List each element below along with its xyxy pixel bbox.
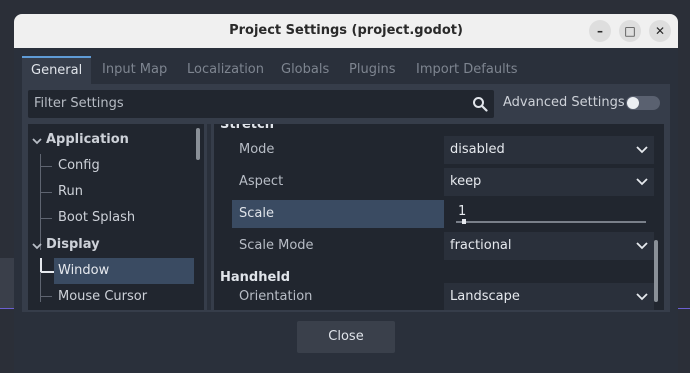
project-settings-dialog: Project Settings (project.godot) – □ ✕ G… <box>14 14 678 373</box>
tab-bar: General Input Map Localization Globals P… <box>22 56 670 84</box>
property-label-mode: Mode <box>239 142 275 157</box>
search-icon[interactable] <box>472 96 488 112</box>
chevron-down-icon[interactable] <box>32 241 42 251</box>
minimize-button[interactable]: – <box>589 20 611 42</box>
property-label-aspect: Aspect <box>239 174 284 189</box>
section-stretch: Stretch <box>220 124 274 132</box>
property-inspector: Stretch Mode disabled Aspect keep Scale <box>214 124 664 310</box>
scale-value: 1 <box>458 204 467 219</box>
property-row-scale-mode: Scale Mode fractional <box>214 231 654 261</box>
tab-localization[interactable]: Localization <box>178 56 273 84</box>
scale-slider-grabber[interactable] <box>462 219 466 224</box>
tree-item-window[interactable]: Window <box>58 263 109 278</box>
aspect-value: keep <box>450 174 482 189</box>
close-button[interactable]: Close <box>297 321 395 353</box>
title-bar[interactable]: Project Settings (project.godot) – □ ✕ <box>14 14 678 48</box>
background-window-edge <box>0 258 14 308</box>
tree-category-application[interactable]: Application <box>46 132 129 147</box>
tab-input-map[interactable]: Input Map <box>93 56 176 84</box>
inspector-scrollbar[interactable] <box>654 240 658 302</box>
tab-import-defaults[interactable]: Import Defaults <box>407 56 527 84</box>
property-row-aspect: Aspect keep <box>214 167 654 197</box>
tab-plugins[interactable]: Plugins <box>340 56 405 84</box>
tree-guide-line <box>40 272 41 302</box>
tree-guide-branch-active <box>40 271 54 273</box>
property-label-scale-mode: Scale Mode <box>239 238 314 253</box>
property-label-orientation: Orientation <box>239 289 313 304</box>
advanced-settings-label: Advanced Settings <box>503 95 625 110</box>
property-row-orientation: Orientation Landscape <box>214 282 654 310</box>
tree-guide-branch <box>40 192 52 193</box>
tab-globals[interactable]: Globals <box>272 56 338 84</box>
scale-mode-value: fractional <box>450 238 512 253</box>
property-row-mode: Mode disabled <box>214 135 654 165</box>
chevron-down-icon <box>636 178 648 186</box>
filter-placeholder: Filter Settings <box>34 96 124 111</box>
maximize-button[interactable]: □ <box>619 20 641 42</box>
tree-guide-branch <box>40 296 52 297</box>
scale-mode-dropdown[interactable]: fractional <box>444 232 654 260</box>
property-row-scale: Scale 1 <box>214 199 654 229</box>
advanced-settings-toggle[interactable] <box>626 96 660 110</box>
tree-scrollbar[interactable] <box>196 128 200 160</box>
tree-guide-line <box>40 154 41 250</box>
tree-item-config[interactable]: Config <box>58 158 100 173</box>
aspect-dropdown[interactable]: keep <box>444 168 654 196</box>
tree-guide-branch <box>40 218 52 219</box>
chevron-down-icon <box>636 242 648 250</box>
scale-slider-track[interactable] <box>456 221 646 223</box>
close-window-button[interactable]: ✕ <box>649 20 671 42</box>
mode-value: disabled <box>450 142 505 157</box>
orientation-value: Landscape <box>450 289 520 304</box>
filter-settings-input[interactable]: Filter Settings <box>28 90 494 118</box>
window-title: Project Settings (project.godot) <box>229 23 463 38</box>
panel-splitter[interactable] <box>207 124 211 310</box>
toggle-knob <box>627 97 639 109</box>
chevron-down-icon[interactable] <box>32 136 42 146</box>
general-settings-panel: Filter Settings Advanced Settings Applic… <box>22 84 670 312</box>
tree-item-boot-splash[interactable]: Boot Splash <box>58 210 135 225</box>
tree-guide-branch <box>40 166 52 167</box>
tree-category-display[interactable]: Display <box>46 237 100 252</box>
settings-tree: Application Config Run Boot Splash Displ… <box>28 124 204 310</box>
tree-guide-line-active <box>40 258 42 272</box>
scale-slider-field[interactable]: 1 <box>444 200 654 228</box>
tab-general[interactable]: General <box>22 56 92 84</box>
tree-item-run[interactable]: Run <box>58 184 83 199</box>
orientation-dropdown[interactable]: Landscape <box>444 283 654 310</box>
tree-item-mouse-cursor[interactable]: Mouse Cursor <box>58 289 147 304</box>
chevron-down-icon <box>636 146 648 154</box>
property-label-scale: Scale <box>239 206 274 221</box>
mode-dropdown[interactable]: disabled <box>444 136 654 164</box>
chevron-down-icon <box>636 293 648 301</box>
